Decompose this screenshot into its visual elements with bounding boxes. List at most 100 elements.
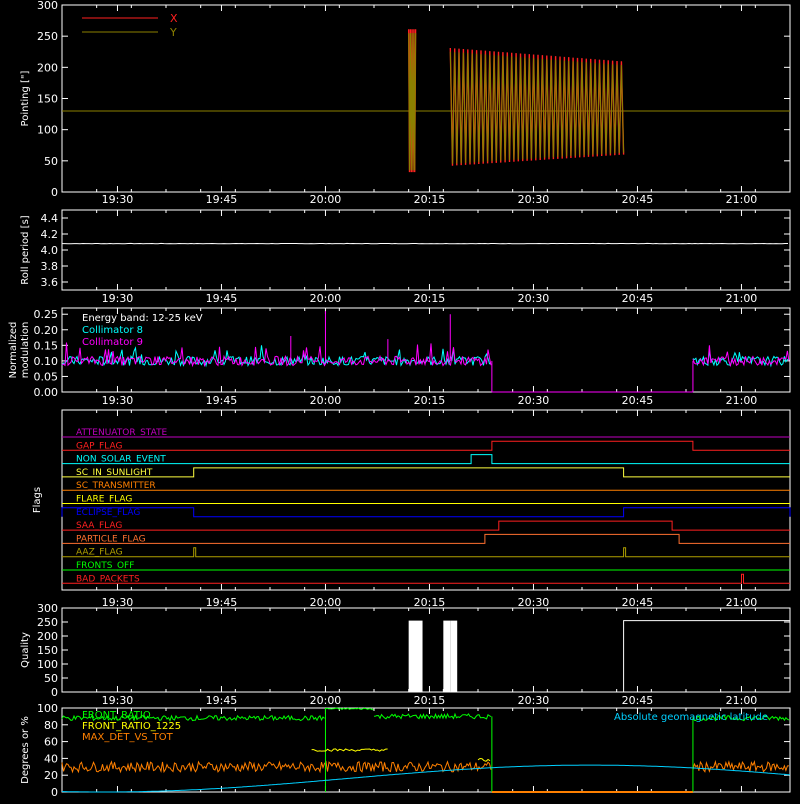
x-tick-label: 20:15 [414, 596, 446, 609]
y-tick-label: 200 [37, 630, 58, 643]
hessi-overview-plot: 05010015020025030019:3019:4520:0020:1520… [0, 0, 800, 800]
quality-segment [409, 621, 423, 692]
legend-label-front-ratio: FRONT_RATIO [82, 710, 151, 721]
y-tick-label: 0 [51, 786, 58, 799]
x-tick-label: 19:45 [206, 193, 238, 206]
x-tick-label: 20:15 [414, 694, 446, 707]
flag-label-aaz-flag: AAZ_FLAG [76, 548, 123, 558]
energy-band-annotation: Energy band: 12-25 keV [82, 313, 203, 324]
y-tick-label: 100 [37, 124, 58, 137]
x-tick-label: 20:30 [518, 694, 550, 707]
y-axis-label: Pointing ["] [20, 70, 31, 126]
x-tick-label: 21:00 [726, 596, 758, 609]
y-tick-label: 150 [37, 644, 58, 657]
y-tick-label: 150 [37, 93, 58, 106]
y-tick-label: 40 [44, 752, 58, 765]
x-tick-label: 20:15 [414, 193, 446, 206]
x-tick-label: 19:45 [206, 596, 238, 609]
y-tick-label: 0.10 [34, 355, 59, 368]
y-tick-label: 200 [37, 61, 58, 74]
quality-segment [443, 621, 450, 692]
flag-label-sc-transmitter: SC_TRANSMITTER [76, 481, 156, 491]
pointing-y-burst [409, 33, 416, 170]
collimator-9-line [693, 345, 789, 365]
quality-segment [624, 621, 790, 692]
legend-label-collimator-9: Collimator 9 [82, 337, 143, 348]
y-tick-label: 300 [37, 602, 58, 615]
y-axis-label: Roll period [s] [20, 215, 31, 284]
y-tick-label: 50 [44, 155, 58, 168]
front-ratio-1225-line [312, 749, 388, 751]
x-tick-label: 20:30 [518, 292, 550, 305]
y-tick-label: 60 [44, 736, 58, 749]
x-tick-label: 20:30 [518, 596, 550, 609]
y-tick-label: 0.00 [34, 386, 59, 399]
flag-label-flare-flag: FLARE_FLAG [76, 495, 132, 505]
x-tick-label: 20:00 [310, 694, 342, 707]
flag-line-sc-in-sunlight [62, 468, 790, 477]
flag-line-gap-flag [62, 441, 790, 450]
y-axis-label: Flags [32, 487, 43, 513]
y-tick-label: 20 [44, 769, 58, 782]
y-tick-label: 4.4 [41, 212, 59, 225]
y-axis-label: Degrees or % [20, 716, 31, 784]
legend-label-front-ratio-1225: FRONT_RATIO_1225 [82, 721, 181, 732]
y-tick-label: 4.0 [41, 244, 59, 257]
front-ratio-1225-line [478, 759, 490, 762]
chart-canvas: 05010015020025030019:3019:4520:0020:1520… [0, 0, 800, 800]
x-tick-label: 19:45 [206, 694, 238, 707]
flag-label-fronts-off: FRONTS_OFF [76, 561, 134, 571]
x-tick-label: 21:00 [726, 193, 758, 206]
front-ratio-line [374, 714, 491, 719]
flag-line-saa-flag [62, 521, 790, 530]
y-tick-label: 50 [44, 672, 58, 685]
x-tick-label: 21:00 [726, 394, 758, 407]
y-tick-label: 100 [37, 658, 58, 671]
roll-period-panel-frame [62, 210, 790, 290]
y-tick-label: 80 [44, 719, 58, 732]
x-tick-label: 20:15 [414, 292, 446, 305]
flag-label-eclipse-flag: ECLIPSE_FLAG [76, 508, 140, 518]
y-tick-label: 0 [51, 186, 58, 199]
y-axis-label: Quality [20, 632, 31, 668]
legend-label-geomagnetic-latitude: Absolute geomagnetic latitude [614, 712, 768, 723]
x-tick-label: 20:00 [310, 193, 342, 206]
y-tick-label: 4.2 [41, 228, 59, 241]
x-tick-label: 20:45 [622, 292, 654, 305]
y-tick-label: 250 [37, 616, 58, 629]
x-tick-label: 20:45 [622, 694, 654, 707]
x-tick-label: 20:45 [622, 193, 654, 206]
legend-label-collimator-8: Collimator 8 [82, 325, 143, 336]
flag-label-gap-flag: GAP_FLAG [76, 441, 122, 451]
max-det-vs-tot-line [693, 762, 789, 772]
legend-label-x: X [170, 12, 178, 25]
x-tick-label: 20:00 [310, 292, 342, 305]
pointing-y-burst [450, 52, 623, 164]
y-tick-label: 0.20 [34, 324, 59, 337]
x-tick-label: 21:00 [726, 694, 758, 707]
x-tick-label: 19:30 [102, 292, 134, 305]
flag-line-eclipse-flag [62, 508, 790, 517]
legend-label-y: Y [169, 26, 177, 39]
flag-line-bad-packets [62, 574, 790, 583]
max-det-vs-tot-line [62, 762, 491, 772]
y-tick-label: 0.15 [34, 339, 59, 352]
x-tick-label: 20:00 [310, 394, 342, 407]
x-tick-label: 19:45 [206, 394, 238, 407]
collimator-8-line [62, 345, 491, 365]
legend-label-max-det-vs-tot: MAX_DET_VS_TOT [82, 732, 174, 743]
y-tick-label: 0.25 [34, 308, 59, 321]
flag-line-non-solar-event [62, 455, 790, 464]
x-tick-label: 20:30 [518, 394, 550, 407]
flag-label-sc-in-sunlight: SC_IN_SUNLIGHT [76, 468, 153, 478]
x-tick-label: 19:30 [102, 694, 134, 707]
flag-line-particle-flag [62, 534, 790, 543]
x-tick-label: 21:00 [726, 292, 758, 305]
x-tick-label: 20:00 [310, 596, 342, 609]
y-tick-label: 100 [37, 702, 58, 715]
y-tick-label: 300 [37, 0, 58, 12]
y-tick-label: 0 [51, 686, 58, 699]
flag-label-particle-flag: PARTICLE_FLAG [76, 534, 146, 544]
y-axis-label-line2: modulation [20, 322, 31, 379]
y-tick-label: 3.8 [41, 260, 59, 273]
